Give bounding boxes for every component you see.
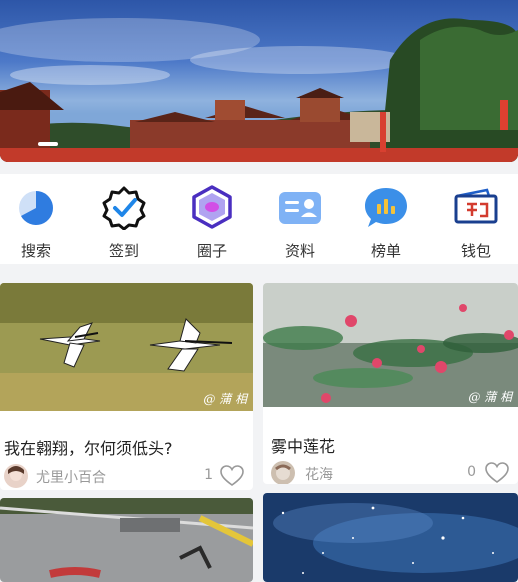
menu-label: 签到 [108,242,139,260]
like-count: 1 [204,467,213,483]
bicycle-road-photo [0,498,253,582]
menu-item-ranking[interactable]: 榜单 [346,184,426,261]
watermark: @ 蒲 相 [468,390,512,404]
hexagon-icon [192,185,232,229]
profile-card-icon [279,192,321,224]
starry-sky-photo [263,493,518,582]
post-title[interactable]: 雾中莲花 [271,433,335,457]
menu-item-search[interactable]: 搜索 [0,184,76,261]
post-footer: 花海 0 [263,459,518,484]
avatar[interactable] [271,461,295,484]
menu-label: 搜索 [20,242,51,260]
username[interactable]: 尤里小百合 [36,467,106,487]
avatar-image [4,464,28,488]
watermark: @ 蒲 相 [203,392,247,406]
menu-item-profile[interactable]: 资料 [260,184,340,261]
feed-card[interactable]: @ 蒲 相 雾中莲花 花海 0 [263,283,518,484]
heart-icon[interactable] [484,461,510,484]
carousel-indicator[interactable] [38,142,58,146]
avatar[interactable] [4,464,28,488]
quick-menu: 搜索 签到 圈子 资料 榜单 钱包 [0,174,518,264]
banner-image [0,18,518,162]
feed-card[interactable] [263,493,518,582]
avatar-image [271,461,295,484]
menu-item-checkin[interactable]: 签到 [84,184,164,261]
menu-item-wallet[interactable]: 钱包 [436,184,516,261]
feed-card[interactable] [0,498,253,582]
like-count: 0 [467,464,476,480]
badge-check-icon [102,186,146,231]
feed-card[interactable]: @ 蒲 相 我在翱翔，尔何须低头? 尤里小百合 1 [0,283,253,490]
wallet-icon [454,188,498,224]
post-footer: 尤里小百合 1 [0,462,253,490]
menu-label: 钱包 [460,242,491,260]
feed-grid: @ 蒲 相 我在翱翔，尔何须低头? 尤里小百合 1 @ 蒲 相 雾中莲花 花海 … [0,274,518,582]
menu-label: 资料 [284,242,315,260]
menu-label: 榜单 [370,242,401,260]
menu-item-circle[interactable]: 圈子 [172,184,252,261]
menu-label: 圈子 [196,242,227,260]
pie-chart-icon [19,191,53,225]
chat-bubble-chart-icon [365,188,407,227]
heart-icon[interactable] [219,464,245,488]
banner-carousel[interactable] [0,0,518,162]
username[interactable]: 花海 [305,464,333,484]
post-title[interactable]: 我在翱翔，尔何须低头? [4,435,173,459]
